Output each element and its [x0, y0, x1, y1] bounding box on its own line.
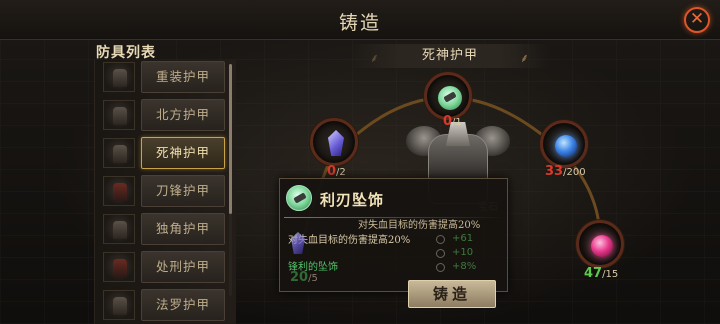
stat-value: +61 — [452, 233, 474, 244]
material-slot-pink-orb[interactable] — [576, 220, 624, 268]
emerald-badge-icon — [438, 86, 462, 110]
material-slot-blue-orb[interactable] — [540, 120, 588, 168]
pendant-source-count: 20/5 — [290, 270, 318, 285]
material-slot-emerald[interactable] — [424, 72, 472, 120]
stat-value: +8% — [452, 261, 477, 272]
blue-orb-icon — [555, 135, 577, 157]
material-count: 0/2 — [327, 164, 346, 179]
tooltip-description: 对失血目标的伤害提高20% — [288, 235, 411, 246]
purple-crystal-icon — [328, 130, 344, 156]
defense-stat-icon — [436, 249, 445, 258]
stat-value: +10 — [452, 247, 474, 258]
material-count: 47/15 — [584, 266, 619, 281]
material-count: 33/200 — [545, 164, 586, 179]
pink-orb-icon — [591, 235, 613, 257]
forge-button[interactable]: 铸造 — [408, 280, 496, 308]
material-count: 0/1 — [443, 114, 462, 129]
tooltip-title: 利刃坠饰 — [320, 191, 385, 209]
blade-pendant-icon — [286, 185, 312, 211]
attack-stat-icon — [436, 235, 445, 244]
material-slot-crystal[interactable] — [310, 118, 358, 166]
forge-screen: 铸造 ✕ 防具列表 重装护甲 北方护甲 死神护甲 刀锋护甲 独角护甲 处刑护甲 — [0, 0, 720, 324]
crit-stat-icon — [436, 263, 445, 272]
armor-effect-text: 对失血目标的伤害提高20% — [358, 220, 481, 231]
